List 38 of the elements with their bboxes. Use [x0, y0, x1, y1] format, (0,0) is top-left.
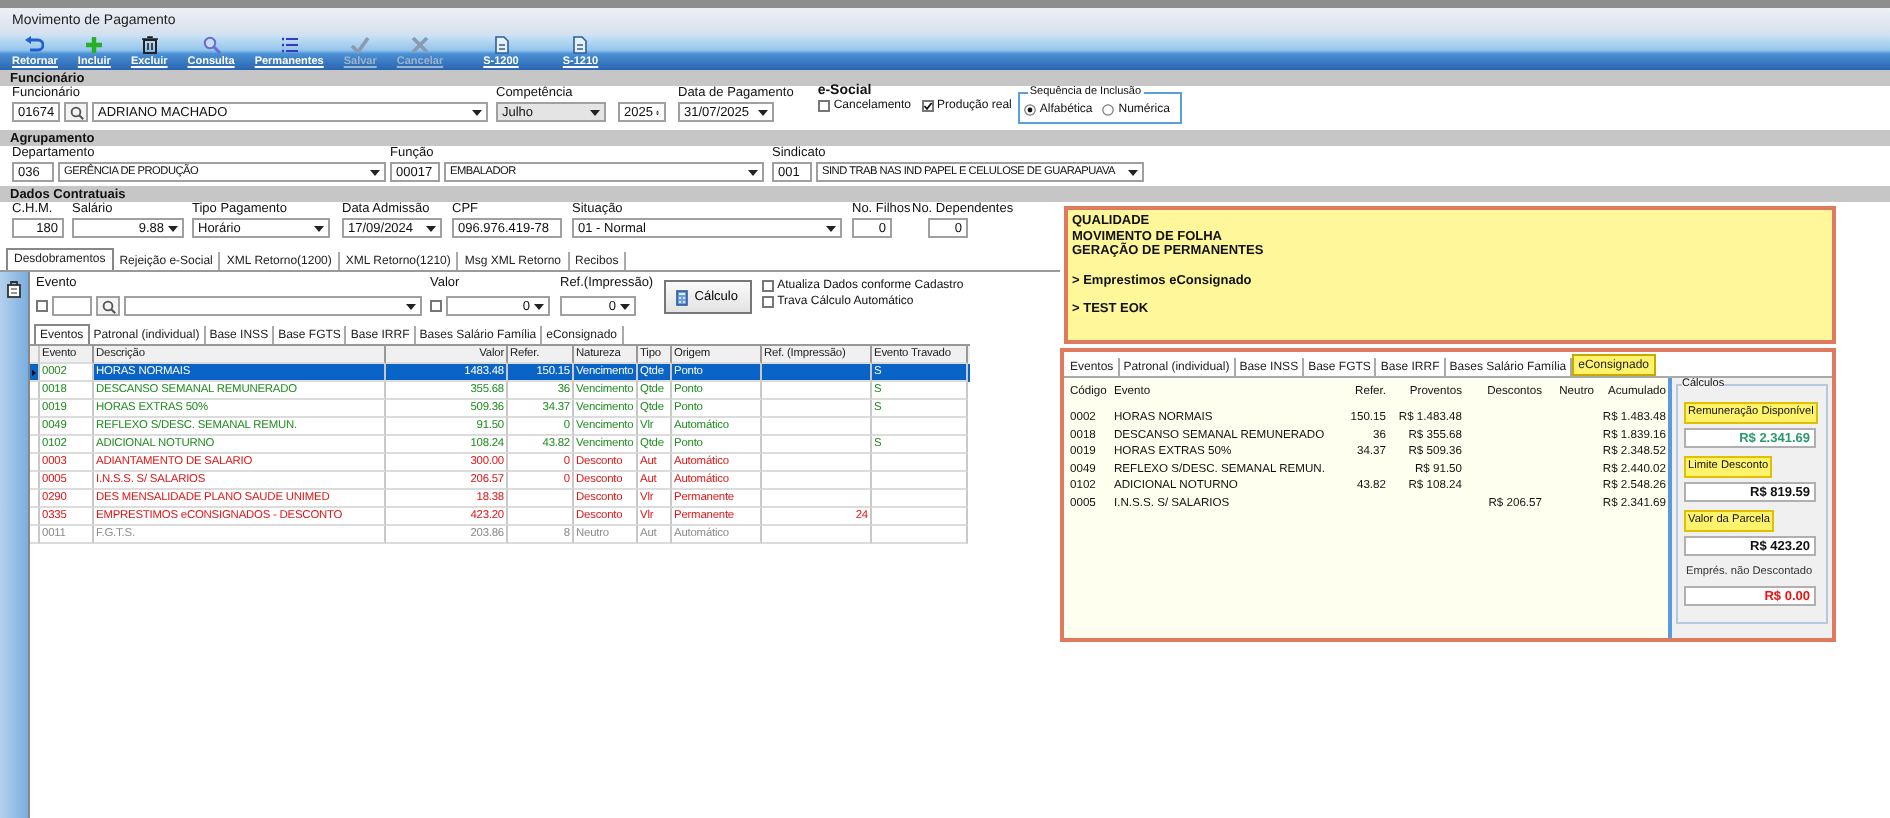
- caret-icon: [590, 109, 600, 115]
- search-button[interactable]: [96, 296, 120, 316]
- radio-button[interactable]: [1102, 104, 1115, 116]
- plus-icon: [84, 36, 105, 54]
- check-icon: [350, 36, 371, 54]
- trash-icon: [139, 36, 160, 54]
- caret-icon: [426, 225, 436, 231]
- caret-icon: [534, 303, 544, 309]
- checkbox[interactable]: [817, 100, 830, 112]
- caret-icon: [168, 225, 178, 231]
- caret-icon: [826, 225, 836, 231]
- document-icon: [491, 36, 511, 54]
- caret-icon: [748, 169, 758, 175]
- caret-icon: [1128, 169, 1138, 175]
- caret-icon: [406, 303, 416, 309]
- checkbox[interactable]: [430, 300, 442, 312]
- back-arrow-icon: [24, 36, 45, 54]
- document-icon: [6, 280, 22, 298]
- checkbox[interactable]: [761, 296, 774, 308]
- checkbox[interactable]: [921, 100, 934, 112]
- checkbox[interactable]: [36, 300, 48, 312]
- calculator-icon: [676, 289, 689, 305]
- code-field[interactable]: [52, 296, 92, 316]
- search-icon: [101, 299, 115, 313]
- caret-icon: [314, 225, 324, 231]
- search-icon: [201, 36, 222, 54]
- close-icon: [410, 36, 430, 54]
- caret-icon: [620, 303, 630, 309]
- list-icon: [279, 36, 300, 54]
- checkbox[interactable]: [761, 280, 774, 292]
- document-icon: [570, 36, 591, 54]
- caret-icon: [758, 109, 768, 115]
- search-icon: [69, 105, 83, 119]
- caret-icon: [370, 169, 380, 175]
- caret-icon: [472, 109, 482, 115]
- radio-button[interactable]: [1023, 104, 1036, 116]
- search-button[interactable]: [64, 102, 88, 122]
- row-pointer-icon: [32, 367, 36, 377]
